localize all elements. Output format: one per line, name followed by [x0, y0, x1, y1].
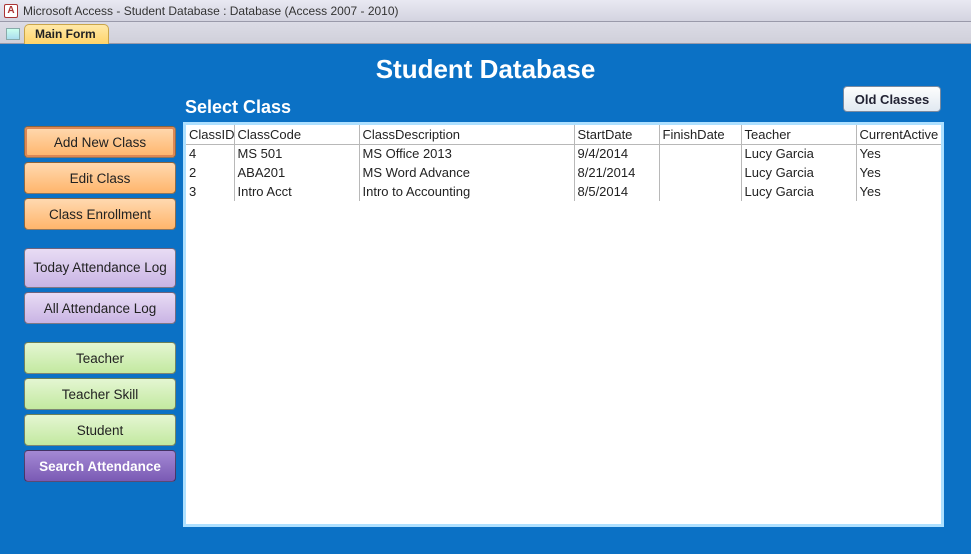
cell-finish_date[interactable] — [659, 182, 741, 201]
window-titlebar: A Microsoft Access - Student Database : … — [0, 0, 971, 22]
table-row[interactable]: 2ABA201MS Word Advance8/21/2014 Lucy Garc… — [186, 163, 944, 182]
cell-finish_date[interactable] — [659, 163, 741, 182]
main-form: Student Database Select Class Old Classe… — [0, 44, 971, 554]
sidebar-button-panel: Add New Class Edit Class Class Enrollmen… — [24, 126, 176, 486]
search-attendance-button[interactable]: Search Attendance — [24, 450, 176, 482]
col-header-class-description[interactable]: ClassDescription — [359, 125, 574, 144]
col-header-current-active[interactable]: CurrentActive — [856, 125, 944, 144]
cell-class_code[interactable]: ABA201 — [234, 163, 359, 182]
cell-class_id[interactable]: 3 — [186, 182, 234, 201]
cell-class_id[interactable]: 2 — [186, 163, 234, 182]
page-title: Student Database — [0, 44, 971, 85]
cell-current_active[interactable]: Yes — [856, 163, 944, 182]
student-button[interactable]: Student — [24, 414, 176, 446]
teacher-skill-button[interactable]: Teacher Skill — [24, 378, 176, 410]
col-header-finish-date[interactable]: FinishDate — [659, 125, 741, 144]
cell-finish_date[interactable] — [659, 144, 741, 163]
today-attendance-log-button[interactable]: Today Attendance Log — [24, 248, 176, 288]
access-app-icon: A — [4, 4, 18, 18]
cell-class_description[interactable]: MS Word Advance — [359, 163, 574, 182]
tab-main-form-label: Main Form — [35, 27, 96, 41]
teacher-button[interactable]: Teacher — [24, 342, 176, 374]
cell-class_description[interactable]: MS Office 2013 — [359, 144, 574, 163]
document-tabstrip: Main Form — [0, 22, 971, 44]
tab-main-form[interactable]: Main Form — [24, 24, 109, 44]
form-icon — [6, 28, 20, 40]
cell-teacher[interactable]: Lucy Garcia — [741, 144, 856, 163]
cell-start_date[interactable]: 9/4/2014 — [574, 144, 659, 163]
col-header-start-date[interactable]: StartDate — [574, 125, 659, 144]
cell-current_active[interactable]: Yes — [856, 182, 944, 201]
cell-start_date[interactable]: 8/5/2014 — [574, 182, 659, 201]
edit-class-button[interactable]: Edit Class — [24, 162, 176, 194]
class-enrollment-button[interactable]: Class Enrollment — [24, 198, 176, 230]
table-row[interactable]: 3Intro AcctIntro to Accounting8/5/2014 Lu… — [186, 182, 944, 201]
section-label-select-class: Select Class — [185, 97, 291, 118]
cell-teacher[interactable]: Lucy Garcia — [741, 163, 856, 182]
cell-class_code[interactable]: Intro Acct — [234, 182, 359, 201]
cell-class_id[interactable]: 4 — [186, 144, 234, 163]
cell-start_date[interactable]: 8/21/2014 — [574, 163, 659, 182]
add-new-class-button[interactable]: Add New Class — [24, 126, 176, 158]
cell-class_description[interactable]: Intro to Accounting — [359, 182, 574, 201]
cell-current_active[interactable]: Yes — [856, 144, 944, 163]
cell-teacher[interactable]: Lucy Garcia — [741, 182, 856, 201]
col-header-class-id[interactable]: ClassID — [186, 125, 234, 144]
col-header-class-code[interactable]: ClassCode — [234, 125, 359, 144]
table-row[interactable]: 4MS 501MS Office 20139/4/2014 Lucy Garcia… — [186, 144, 944, 163]
grid-header-row: ClassID ClassCode ClassDescription Start… — [186, 125, 944, 144]
window-title: Microsoft Access - Student Database : Da… — [23, 4, 399, 18]
cell-class_code[interactable]: MS 501 — [234, 144, 359, 163]
all-attendance-log-button[interactable]: All Attendance Log — [24, 292, 176, 324]
col-header-teacher[interactable]: Teacher — [741, 125, 856, 144]
class-grid[interactable]: ClassID ClassCode ClassDescription Start… — [183, 122, 944, 527]
old-classes-button[interactable]: Old Classes — [843, 86, 941, 112]
